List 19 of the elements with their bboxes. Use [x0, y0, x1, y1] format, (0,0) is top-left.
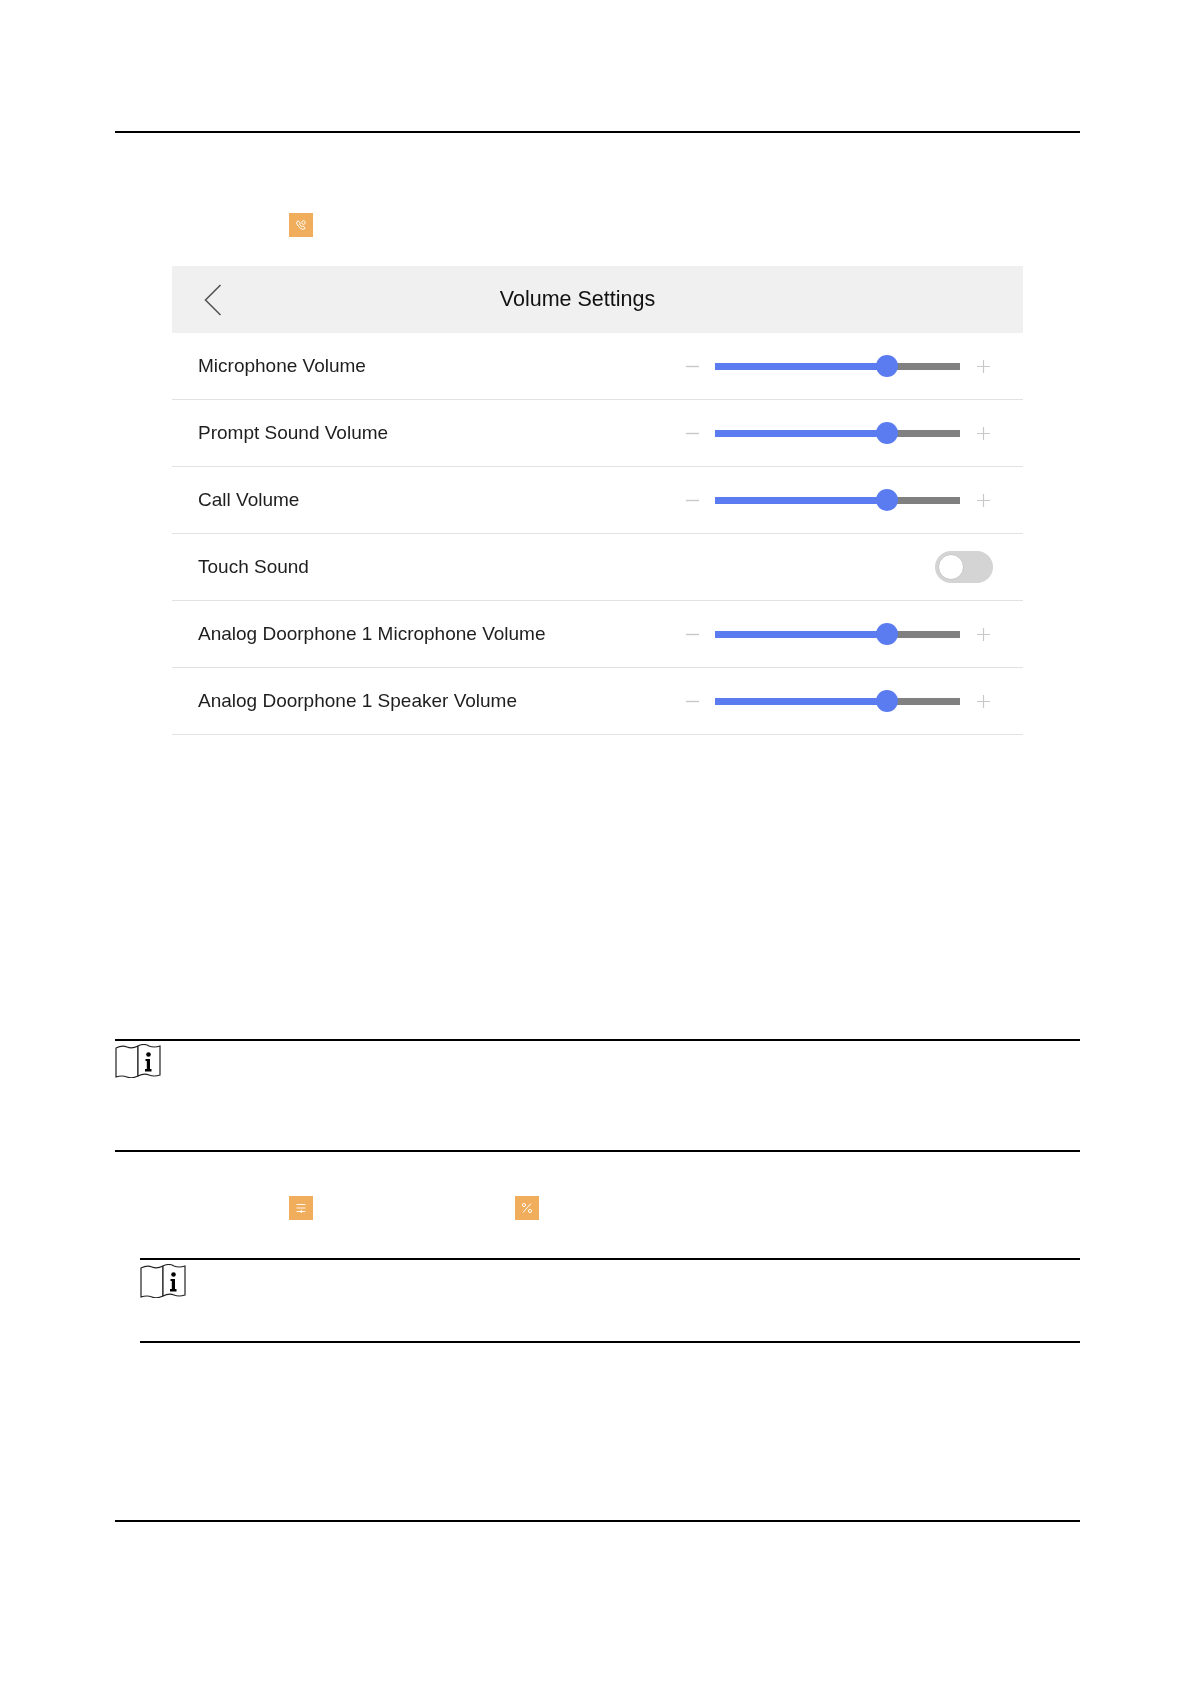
- slider-thumb[interactable]: [875, 623, 898, 645]
- setting-label: Prompt Sound Volume: [198, 422, 390, 444]
- slider-thumb[interactable]: [875, 690, 898, 712]
- chevron-left-icon[interactable]: [204, 283, 222, 316]
- lines-tile-icon: [289, 1196, 313, 1220]
- screen-title: Volume Settings: [499, 287, 656, 312]
- book-info-icon: [115, 1044, 161, 1078]
- slider-thumb[interactable]: [875, 355, 898, 377]
- setting-label: Analog Doorphone 1 Speaker Volume: [198, 690, 518, 712]
- phone-tile-icon: [289, 213, 313, 237]
- toggle-switch[interactable]: [935, 551, 993, 583]
- setting-label: Touch Sound: [198, 556, 310, 578]
- setting-label: Analog Doorphone 1 Microphone Volume: [198, 623, 547, 645]
- setting-label: Microphone Volume: [198, 355, 367, 377]
- book-info-icon: [140, 1264, 186, 1298]
- slider-thumb[interactable]: [875, 489, 898, 511]
- percent-tile-icon: [515, 1196, 539, 1220]
- setting-label: Call Volume: [198, 489, 301, 511]
- slider-thumb[interactable]: [875, 422, 898, 444]
